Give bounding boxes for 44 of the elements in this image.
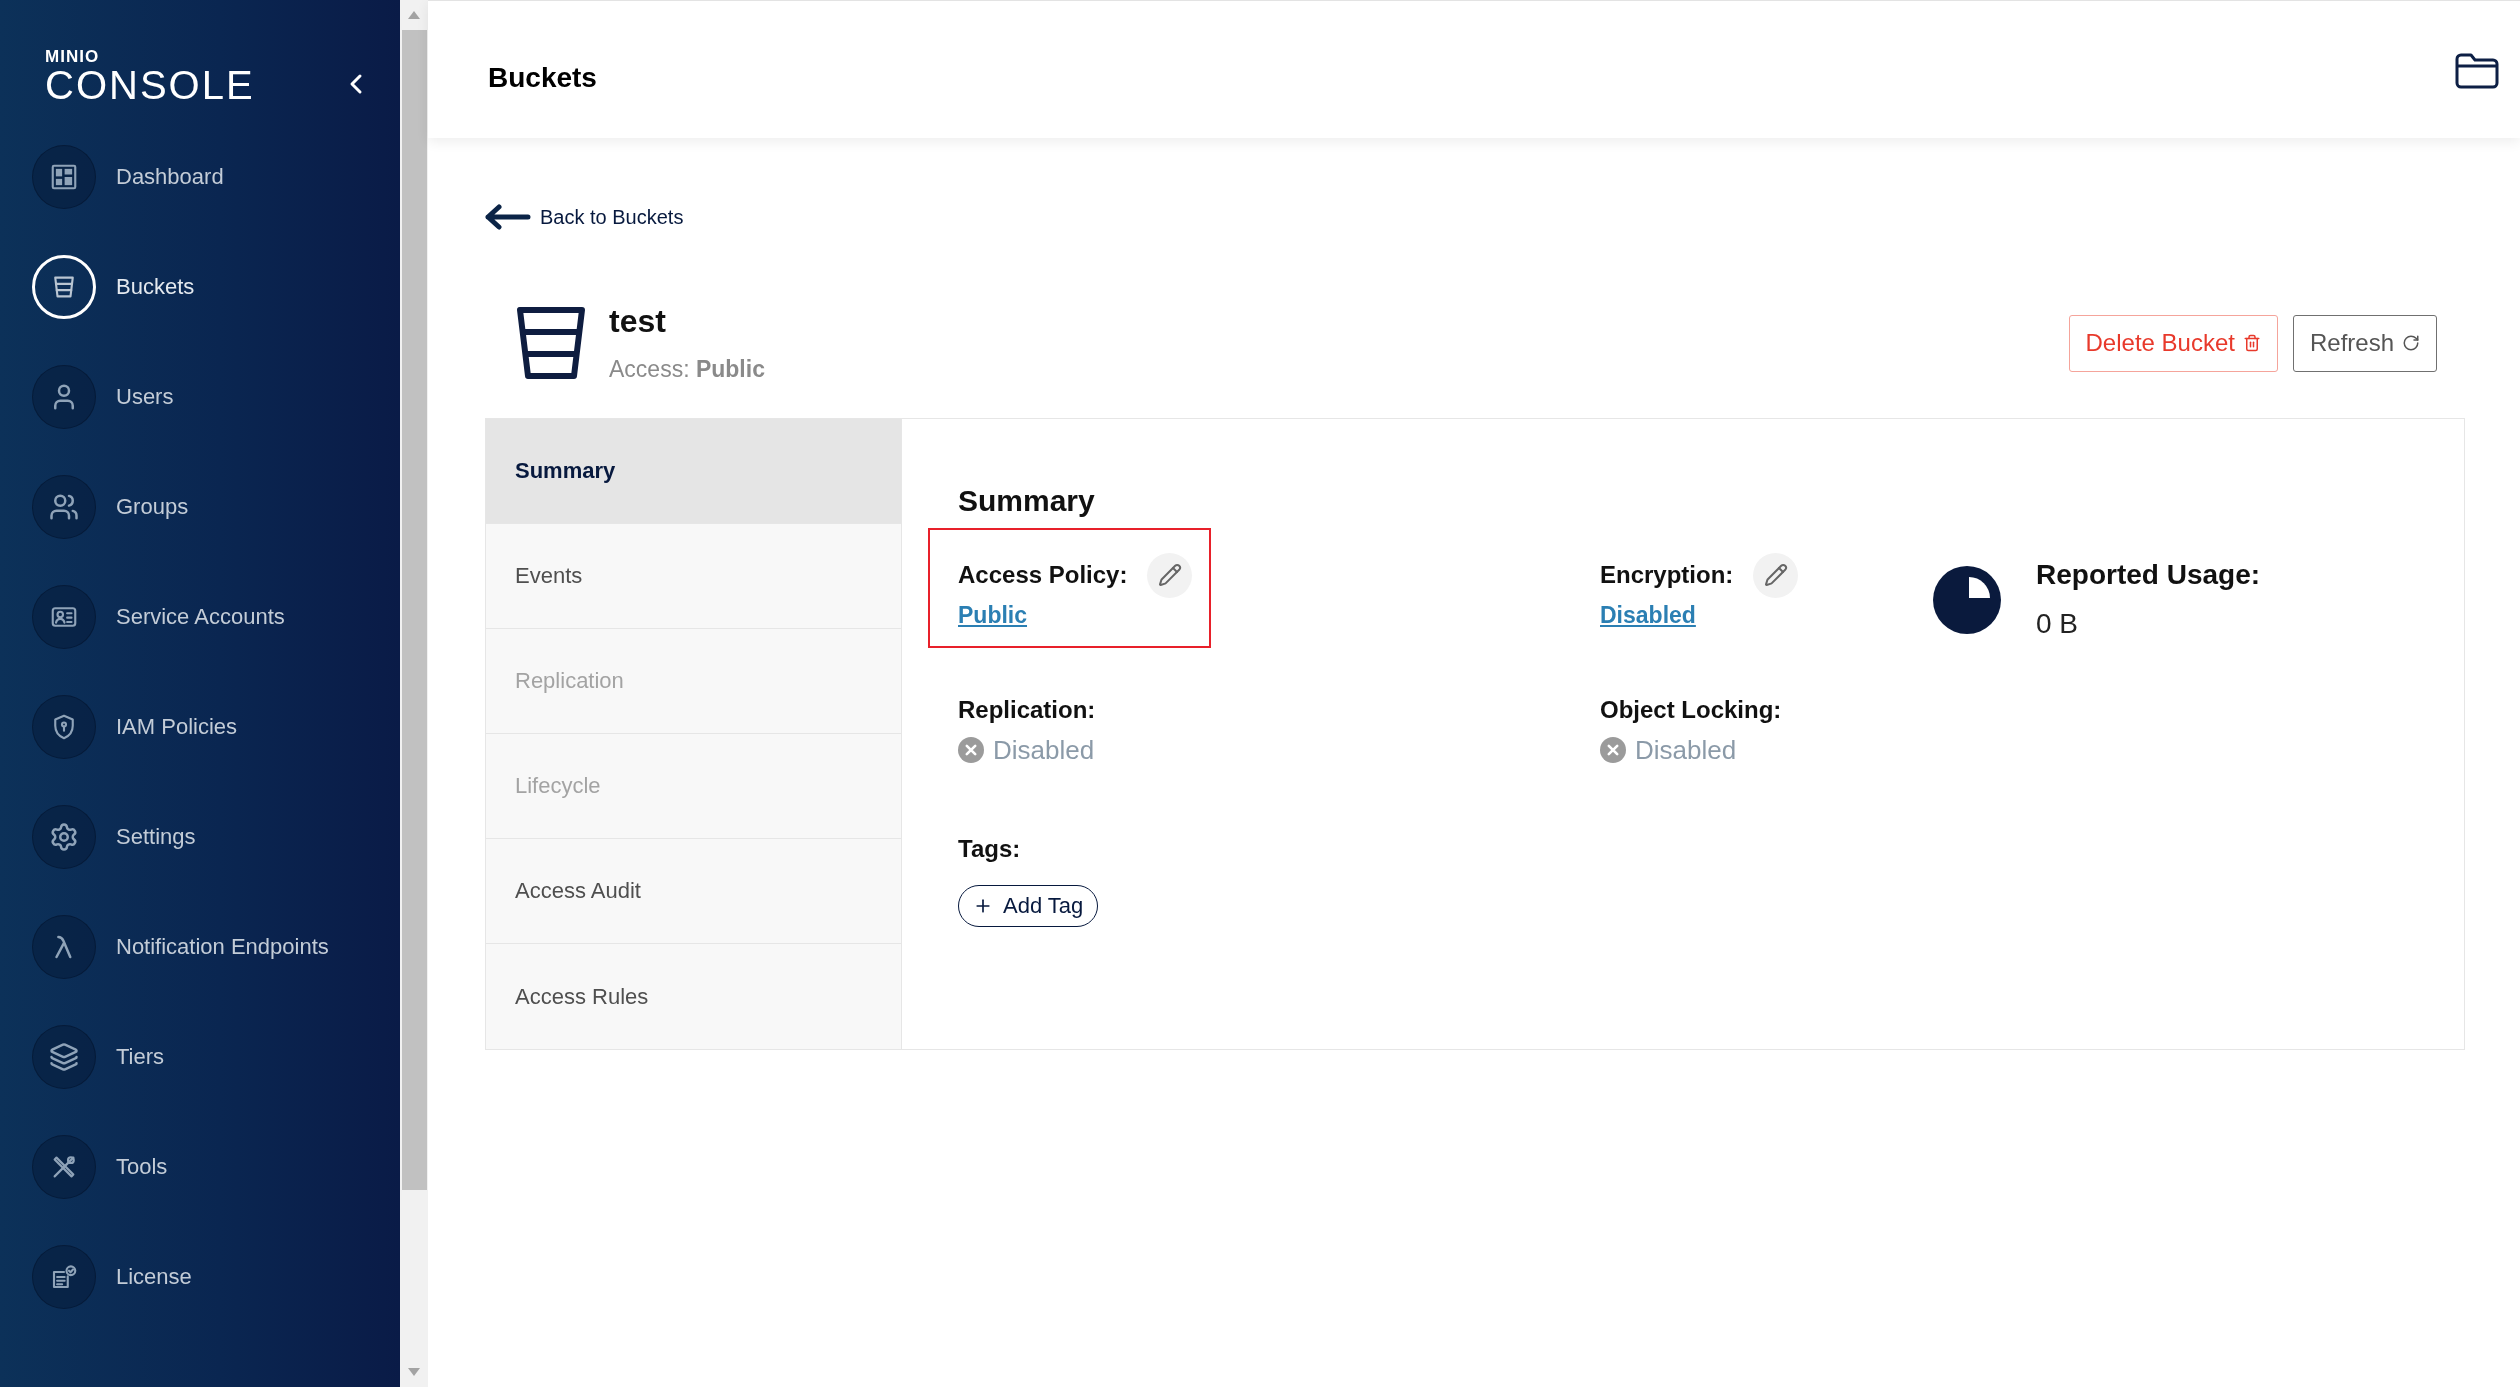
field-label: Access Policy: xyxy=(958,561,1128,589)
scrollbar-thumb[interactable] xyxy=(401,30,427,1190)
usage-value: 0 B xyxy=(2036,607,2080,641)
sidebar-item[interactable]: Notification Endpoints xyxy=(32,915,329,979)
back-link[interactable]: Back to Buckets xyxy=(485,200,684,234)
sidebar-item[interactable]: Groups xyxy=(32,475,189,539)
logo-product-text: CONSOLE xyxy=(45,65,255,105)
scrollbar-track[interactable] xyxy=(400,0,428,1387)
sidebar-item[interactable]: IAM Policies xyxy=(32,695,238,759)
pencil-icon xyxy=(1157,563,1182,587)
refresh-icon xyxy=(2402,334,2420,352)
pie-chart-icon xyxy=(1933,566,2001,634)
chevron-left-icon[interactable] xyxy=(349,73,363,95)
refresh-button[interactable]: Refresh xyxy=(2292,314,2437,372)
page-title: Buckets xyxy=(488,61,597,94)
usage-label: Reported Usage: xyxy=(2036,559,2261,591)
sidebar-item[interactable]: Service Accounts xyxy=(32,585,285,649)
bucket-name: test xyxy=(609,302,667,340)
sidebar-item[interactable]: Settings xyxy=(32,805,196,869)
sidebar-item[interactable]: Users xyxy=(32,365,174,429)
sidebar-item[interactable]: Dashboard xyxy=(32,145,224,209)
tab[interactable]: Summary xyxy=(486,419,901,524)
field-label: Replication: xyxy=(958,696,1096,724)
x-circle-icon xyxy=(958,737,984,763)
status-text: Disabled xyxy=(1635,734,1737,766)
x-circle-icon xyxy=(1600,737,1626,763)
status-text: Disabled xyxy=(993,734,1095,766)
delete-button[interactable]: Delete Bucket xyxy=(2068,314,2278,372)
sidebar-item[interactable]: Buckets xyxy=(32,255,195,319)
tags-label: Tags: xyxy=(958,835,1021,863)
section-title: Summary xyxy=(958,483,1095,519)
sidebar-item[interactable]: Tools xyxy=(32,1135,168,1199)
field-value-link[interactable]: Disabled xyxy=(1600,598,1696,632)
add-tag-button[interactable]: Add Tag xyxy=(958,885,1099,927)
bucket-access-text: Access: Public xyxy=(609,355,765,384)
field-label: Object Locking: xyxy=(1600,696,1782,724)
arrow-left-icon xyxy=(485,204,531,230)
field-label: Encryption: xyxy=(1600,561,1734,589)
trash-icon xyxy=(2242,334,2261,352)
sidebar-item[interactable]: License xyxy=(32,1245,192,1309)
logo-brand-text: MINIO xyxy=(45,48,100,65)
field-value-link[interactable]: Public xyxy=(958,598,1027,632)
pencil-icon xyxy=(1763,563,1788,587)
sidebar-item[interactable]: Tiers xyxy=(32,1025,165,1089)
